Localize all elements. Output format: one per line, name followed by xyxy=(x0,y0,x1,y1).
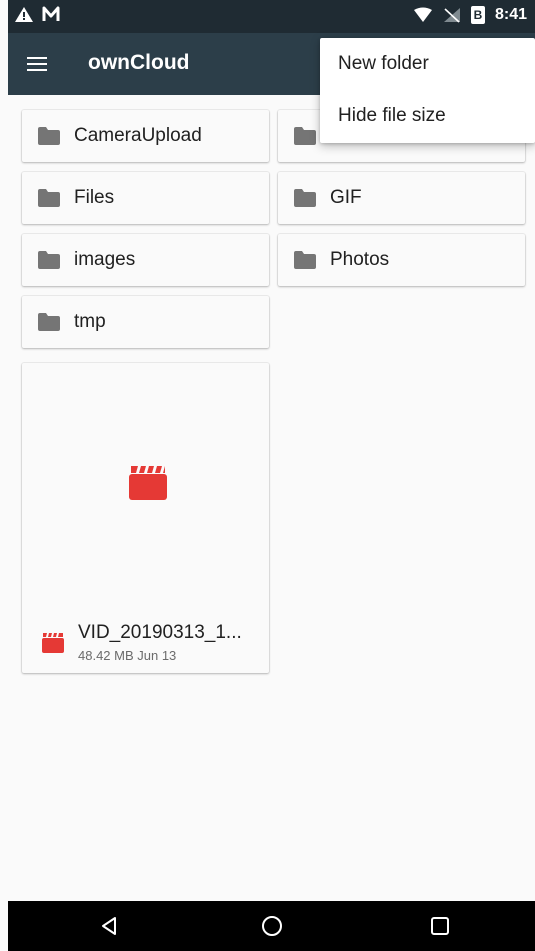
folder-name: Photos xyxy=(330,249,390,270)
folder-tile-photos[interactable]: Photos xyxy=(278,234,525,286)
folder-tile-cameraupload[interactable]: CameraUpload xyxy=(22,110,269,162)
status-right-icons: B 8:41 xyxy=(413,6,527,24)
battery-icon: B xyxy=(470,6,485,24)
battery-label: B xyxy=(473,8,483,22)
folder-name: GIF xyxy=(330,187,362,208)
video-file-name: VID_20190313_1... xyxy=(78,622,242,643)
folder-name: tmp xyxy=(74,311,106,332)
status-left-icons xyxy=(14,6,60,23)
folder-icon xyxy=(294,189,316,207)
folder-icon xyxy=(38,127,60,145)
folder-icon xyxy=(38,189,60,207)
app-title: ownCloud xyxy=(88,51,190,74)
nav-recents-button[interactable] xyxy=(428,916,452,936)
circle-home-icon xyxy=(262,916,282,936)
menu-item-new-folder[interactable]: New folder xyxy=(320,38,535,90)
folder-name: images xyxy=(74,249,136,270)
menu-item-hide-file-size[interactable]: Hide file size xyxy=(320,90,535,142)
clapperboard-icon xyxy=(129,466,167,500)
file-grid: CameraUpload Documents Files GIF images … xyxy=(8,95,535,901)
nav-back-button[interactable] xyxy=(97,916,121,936)
folder-tile-gif[interactable]: GIF xyxy=(278,172,525,224)
no-signal-icon xyxy=(443,8,460,23)
nav-home-button[interactable] xyxy=(260,916,284,936)
status-time: 8:41 xyxy=(494,6,527,23)
hamburger-menu-button[interactable] xyxy=(24,52,50,76)
folder-tile-images[interactable]: images xyxy=(22,234,269,286)
clapperboard-icon xyxy=(42,633,64,653)
video-file-meta: 48.42 MB Jun 13 xyxy=(78,648,177,663)
n-notification-icon xyxy=(42,6,60,21)
folder-icon xyxy=(294,127,316,145)
system-nav-bar xyxy=(8,901,535,951)
warning-icon xyxy=(15,7,33,22)
folder-name: Files xyxy=(74,187,115,208)
square-recents-icon xyxy=(431,917,449,935)
folder-tile-tmp[interactable]: tmp xyxy=(22,296,269,348)
folder-icon xyxy=(294,251,316,269)
folder-name: CameraUpload xyxy=(74,125,202,146)
triangle-back-icon xyxy=(102,917,116,935)
video-file-tile[interactable]: VID_20190313_1... 48.42 MB Jun 13 xyxy=(22,363,269,673)
folder-tile-files[interactable]: Files xyxy=(22,172,269,224)
folder-icon xyxy=(38,251,60,269)
overflow-menu: New folder Hide file size xyxy=(320,38,535,143)
folder-icon xyxy=(38,313,60,331)
hamburger-menu-icon xyxy=(27,57,47,71)
status-bar: B 8:41 xyxy=(8,0,535,33)
wifi-icon xyxy=(413,7,432,22)
